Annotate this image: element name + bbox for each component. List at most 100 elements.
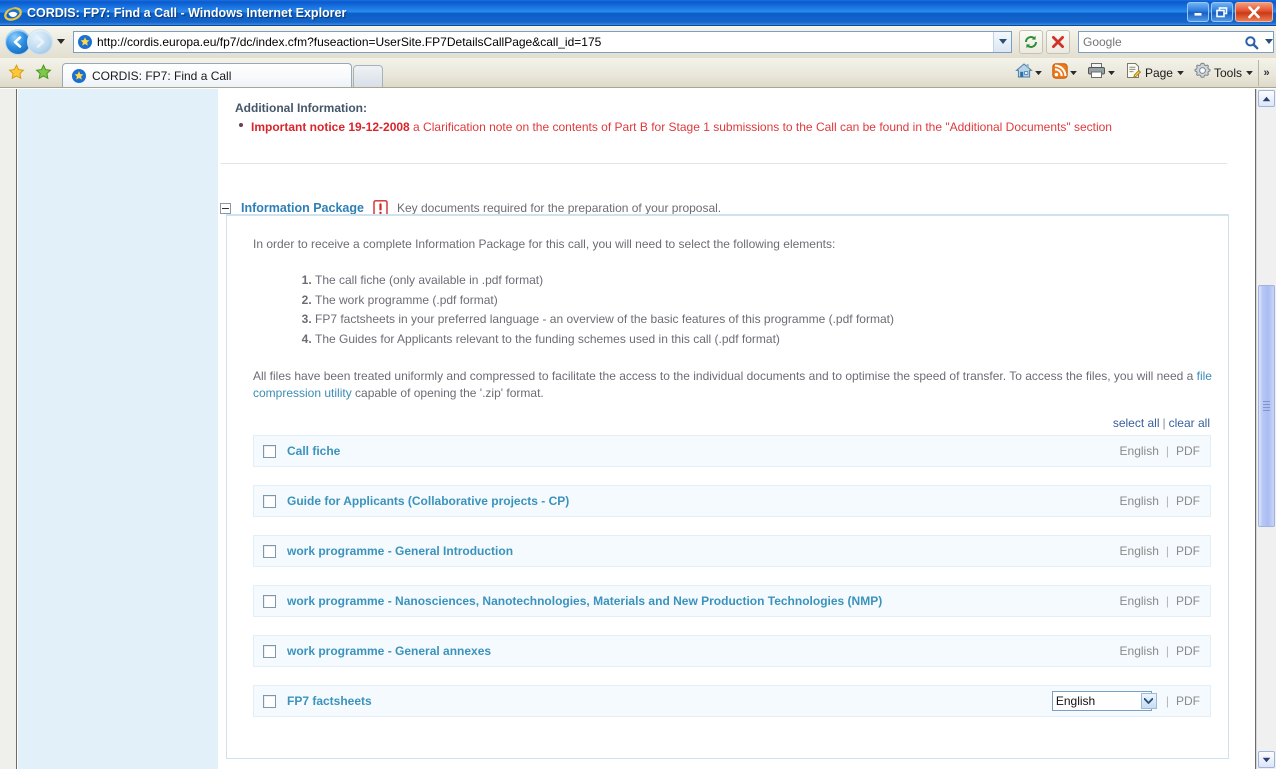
- new-tab-button[interactable]: [353, 65, 383, 87]
- select-all-link[interactable]: select all: [1113, 416, 1160, 430]
- meta-separator: |: [1165, 494, 1169, 508]
- list-item: The work programme (.pdf format): [315, 291, 1213, 311]
- rss-feed-icon: [1052, 62, 1068, 84]
- page-caret-icon[interactable]: [1175, 70, 1186, 76]
- table-row[interactable]: Call fiche English | PDF: [253, 435, 1211, 467]
- window-title: CORDIS: FP7: Find a Call - Windows Inter…: [27, 5, 347, 20]
- document-checkbox[interactable]: [263, 644, 276, 658]
- document-title-link[interactable]: work programme - General annexes: [287, 644, 491, 658]
- document-format[interactable]: PDF: [1176, 444, 1200, 458]
- minimize-button[interactable]: [1187, 2, 1209, 22]
- page-viewport: Additional Information: Important notice…: [0, 89, 1276, 769]
- table-row[interactable]: Guide for Applicants (Collaborative proj…: [253, 485, 1211, 517]
- window-title-bar: CORDIS: FP7: Find a Call - Windows Inter…: [0, 0, 1276, 26]
- restore-button[interactable]: [1211, 2, 1233, 22]
- information-package-title[interactable]: Information Package: [241, 201, 364, 215]
- link-separator: |: [1162, 416, 1166, 430]
- table-row[interactable]: work programme - General annexes English…: [253, 635, 1211, 667]
- collapse-toggle-icon[interactable]: [220, 202, 231, 214]
- additional-information-section: Additional Information: Important notice…: [220, 89, 1227, 164]
- notice-rest-text: a Clarification note on the contents of …: [409, 120, 1112, 134]
- feeds-button[interactable]: [1047, 61, 1082, 85]
- compression-note-part2: capable of opening the '.zip' format.: [351, 386, 544, 400]
- ie-logo-icon: [4, 4, 22, 22]
- navigation-bar: http://cordis.europa.eu/fp7/dc/index.cfm…: [0, 26, 1276, 58]
- language-select[interactable]: English: [1051, 691, 1152, 711]
- favorites-star-icon[interactable]: [5, 60, 27, 84]
- refresh-button[interactable]: [1019, 30, 1043, 54]
- list-item: The Guides for Applicants relevant to th…: [315, 330, 1213, 350]
- forward-button[interactable]: [27, 29, 53, 55]
- document-language: English: [1119, 544, 1159, 558]
- close-button[interactable]: [1235, 2, 1273, 22]
- additional-information-heading: Additional Information:: [235, 101, 367, 115]
- document-title-link[interactable]: Call fiche: [287, 444, 340, 458]
- language-select-wrapper[interactable]: English: [1051, 691, 1159, 711]
- print-button[interactable]: [1082, 61, 1120, 85]
- tools-caret-icon[interactable]: [1244, 70, 1255, 76]
- document-format[interactable]: PDF: [1176, 544, 1200, 558]
- address-bar[interactable]: http://cordis.europa.eu/fp7/dc/index.cfm…: [73, 31, 1012, 53]
- meta-separator: |: [1165, 694, 1169, 708]
- browser-tab-0[interactable]: CORDIS: FP7: Find a Call: [62, 63, 352, 87]
- search-icon[interactable]: [1240, 31, 1262, 53]
- list-item: The call fiche (only available in .pdf f…: [315, 271, 1213, 291]
- table-row[interactable]: work programme - General Introduction En…: [253, 535, 1211, 567]
- document-format[interactable]: PDF: [1176, 594, 1200, 608]
- document-format[interactable]: PDF: [1176, 494, 1200, 508]
- stop-button[interactable]: [1046, 30, 1070, 54]
- document-format[interactable]: PDF: [1176, 644, 1200, 658]
- document-language: English: [1119, 444, 1159, 458]
- table-row[interactable]: FP7 factsheets English | PDF: [253, 685, 1211, 717]
- tab-label-0: CORDIS: FP7: Find a Call: [92, 68, 232, 83]
- document-title-link[interactable]: FP7 factsheets: [287, 694, 372, 708]
- document-title-link[interactable]: Guide for Applicants (Collaborative proj…: [287, 494, 569, 508]
- search-input[interactable]: [1079, 33, 1240, 51]
- document-title-link[interactable]: work programme - Nanosciences, Nanotechn…: [287, 594, 882, 608]
- address-text[interactable]: http://cordis.europa.eu/fp7/dc/index.cfm…: [97, 35, 993, 49]
- home-caret-icon[interactable]: [1033, 70, 1044, 76]
- feeds-caret-icon[interactable]: [1068, 70, 1079, 76]
- document-checkbox[interactable]: [263, 494, 276, 508]
- site-favicon-icon: [77, 34, 93, 50]
- document-meta: English | PDF: [1120, 544, 1200, 558]
- document-list: Call fiche English | PDF Guide for Appli…: [253, 435, 1211, 735]
- document-checkbox[interactable]: [263, 594, 276, 608]
- compression-note: All files have been treated uniformly an…: [253, 368, 1213, 402]
- table-row[interactable]: work programme - Nanosciences, Nanotechn…: [253, 585, 1211, 617]
- page-left-margin: [0, 89, 17, 769]
- document-meta: English | PDF: [1120, 644, 1200, 658]
- vertical-scrollbar[interactable]: [1256, 89, 1276, 769]
- command-overflow-button[interactable]: »: [1258, 60, 1274, 86]
- meta-separator: |: [1165, 594, 1169, 608]
- document-checkbox[interactable]: [263, 694, 276, 708]
- notice-strong-text: Important notice 19-12-2008: [251, 120, 410, 134]
- bullet-icon: [239, 123, 243, 127]
- document-checkbox[interactable]: [263, 544, 276, 558]
- document-checkbox[interactable]: [263, 444, 276, 458]
- page-menu-button[interactable]: Page: [1120, 61, 1189, 85]
- history-dropdown-button[interactable]: [55, 29, 67, 55]
- search-provider-dropdown[interactable]: [1262, 31, 1275, 53]
- page-icon: [1125, 62, 1142, 84]
- window-controls: [1187, 2, 1273, 22]
- document-format[interactable]: PDF: [1176, 694, 1200, 708]
- document-meta: English | PDF: [1120, 444, 1200, 458]
- document-meta: English | PDF: [1051, 691, 1200, 711]
- tools-menu-button[interactable]: Tools: [1189, 61, 1258, 85]
- add-to-favorites-icon[interactable]: [32, 60, 54, 84]
- document-language: English: [1119, 644, 1159, 658]
- information-package-intro: In order to receive a complete Informati…: [253, 237, 836, 251]
- information-package-subtitle: Key documents required for the preparati…: [396, 201, 722, 215]
- search-box[interactable]: [1078, 31, 1274, 53]
- clear-all-link[interactable]: clear all: [1169, 416, 1210, 430]
- home-button[interactable]: [1010, 61, 1047, 85]
- scroll-up-button[interactable]: [1258, 90, 1275, 107]
- document-title-link[interactable]: work programme - General Introduction: [287, 544, 513, 558]
- print-caret-icon[interactable]: [1106, 70, 1117, 76]
- tab-favicon-icon: [71, 68, 87, 84]
- scrollbar-thumb[interactable]: [1258, 285, 1275, 527]
- command-bar: Page Tools »: [1010, 59, 1276, 87]
- address-dropdown-button[interactable]: [993, 32, 1011, 52]
- scroll-down-button[interactable]: [1258, 751, 1275, 768]
